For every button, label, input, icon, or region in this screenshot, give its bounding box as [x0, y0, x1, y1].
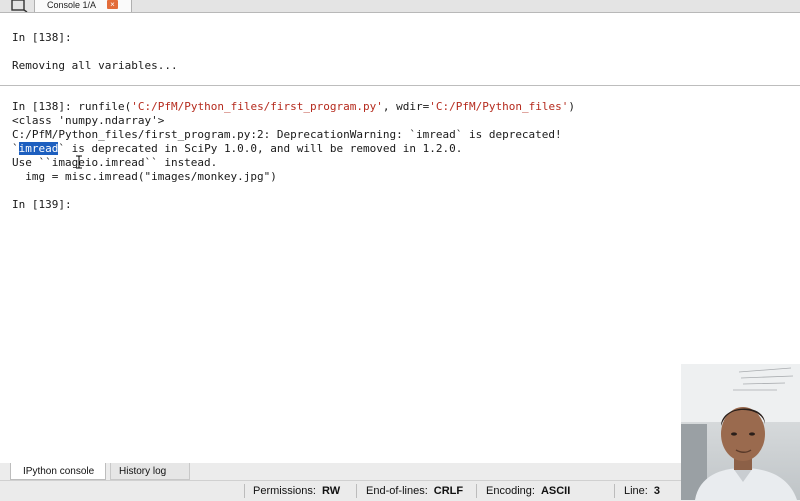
status-divider: [614, 484, 615, 498]
status-divider: [476, 484, 477, 498]
console-line-deprecation-warning: C:/PfM/Python_files/first_program.py:2: …: [12, 128, 562, 141]
browse-tabs-icon[interactable]: [10, 0, 28, 12]
selected-text[interactable]: imread: [18, 142, 59, 155]
tab-console-1a[interactable]: Console 1/A ×: [34, 0, 132, 12]
status-divider: [244, 484, 245, 498]
status-end-of-lines: End-of-lines: CRLF: [366, 485, 464, 497]
console-line-runfile: In [138]: runfile('C:/PfM/Python_files/f…: [12, 100, 575, 113]
status-divider: [356, 484, 357, 498]
console-tab-label: Console 1/A: [47, 0, 97, 10]
console-divider: [0, 85, 800, 86]
status-bar: Permissions: RW End-of-lines: CRLF Encodin…: [0, 480, 800, 501]
status-permissions: Permissions: RW: [253, 485, 341, 497]
console-tab-strip: Console 1/A ×: [0, 0, 800, 13]
ipython-console-output[interactable]: In [138]: Removing all variables... In […: [0, 13, 800, 464]
console-line-prompt-138: In [138]:: [12, 31, 72, 44]
console-line-removing-vars: Removing all variables...: [12, 59, 178, 72]
console-line-img-read: img = misc.imread("images/monkey.jpg"): [12, 170, 277, 183]
tab-ipython-console[interactable]: IPython console: [10, 463, 106, 480]
pane-tab-bar: IPython console History log: [0, 463, 800, 480]
presenter-webcam-video: [681, 364, 800, 500]
console-line-deprecated-scipy: `imread` is deprecated in SciPy 1.0.0, a…: [12, 142, 463, 155]
console-line-class: <class 'numpy.ndarray'>: [12, 114, 165, 127]
close-tab-icon[interactable]: ×: [107, 0, 118, 9]
tab-history-log[interactable]: History log: [110, 463, 190, 480]
text-cursor-icon: [76, 155, 82, 169]
status-encoding: Encoding: ASCII: [486, 485, 571, 497]
console-line-use-imageio: Use ``imageio.imread`` instead.: [12, 156, 218, 169]
presenter-portrait: [681, 364, 800, 500]
console-line-prompt-139[interactable]: In [139]:: [12, 198, 72, 212]
status-line: Line: 3: [624, 485, 660, 497]
